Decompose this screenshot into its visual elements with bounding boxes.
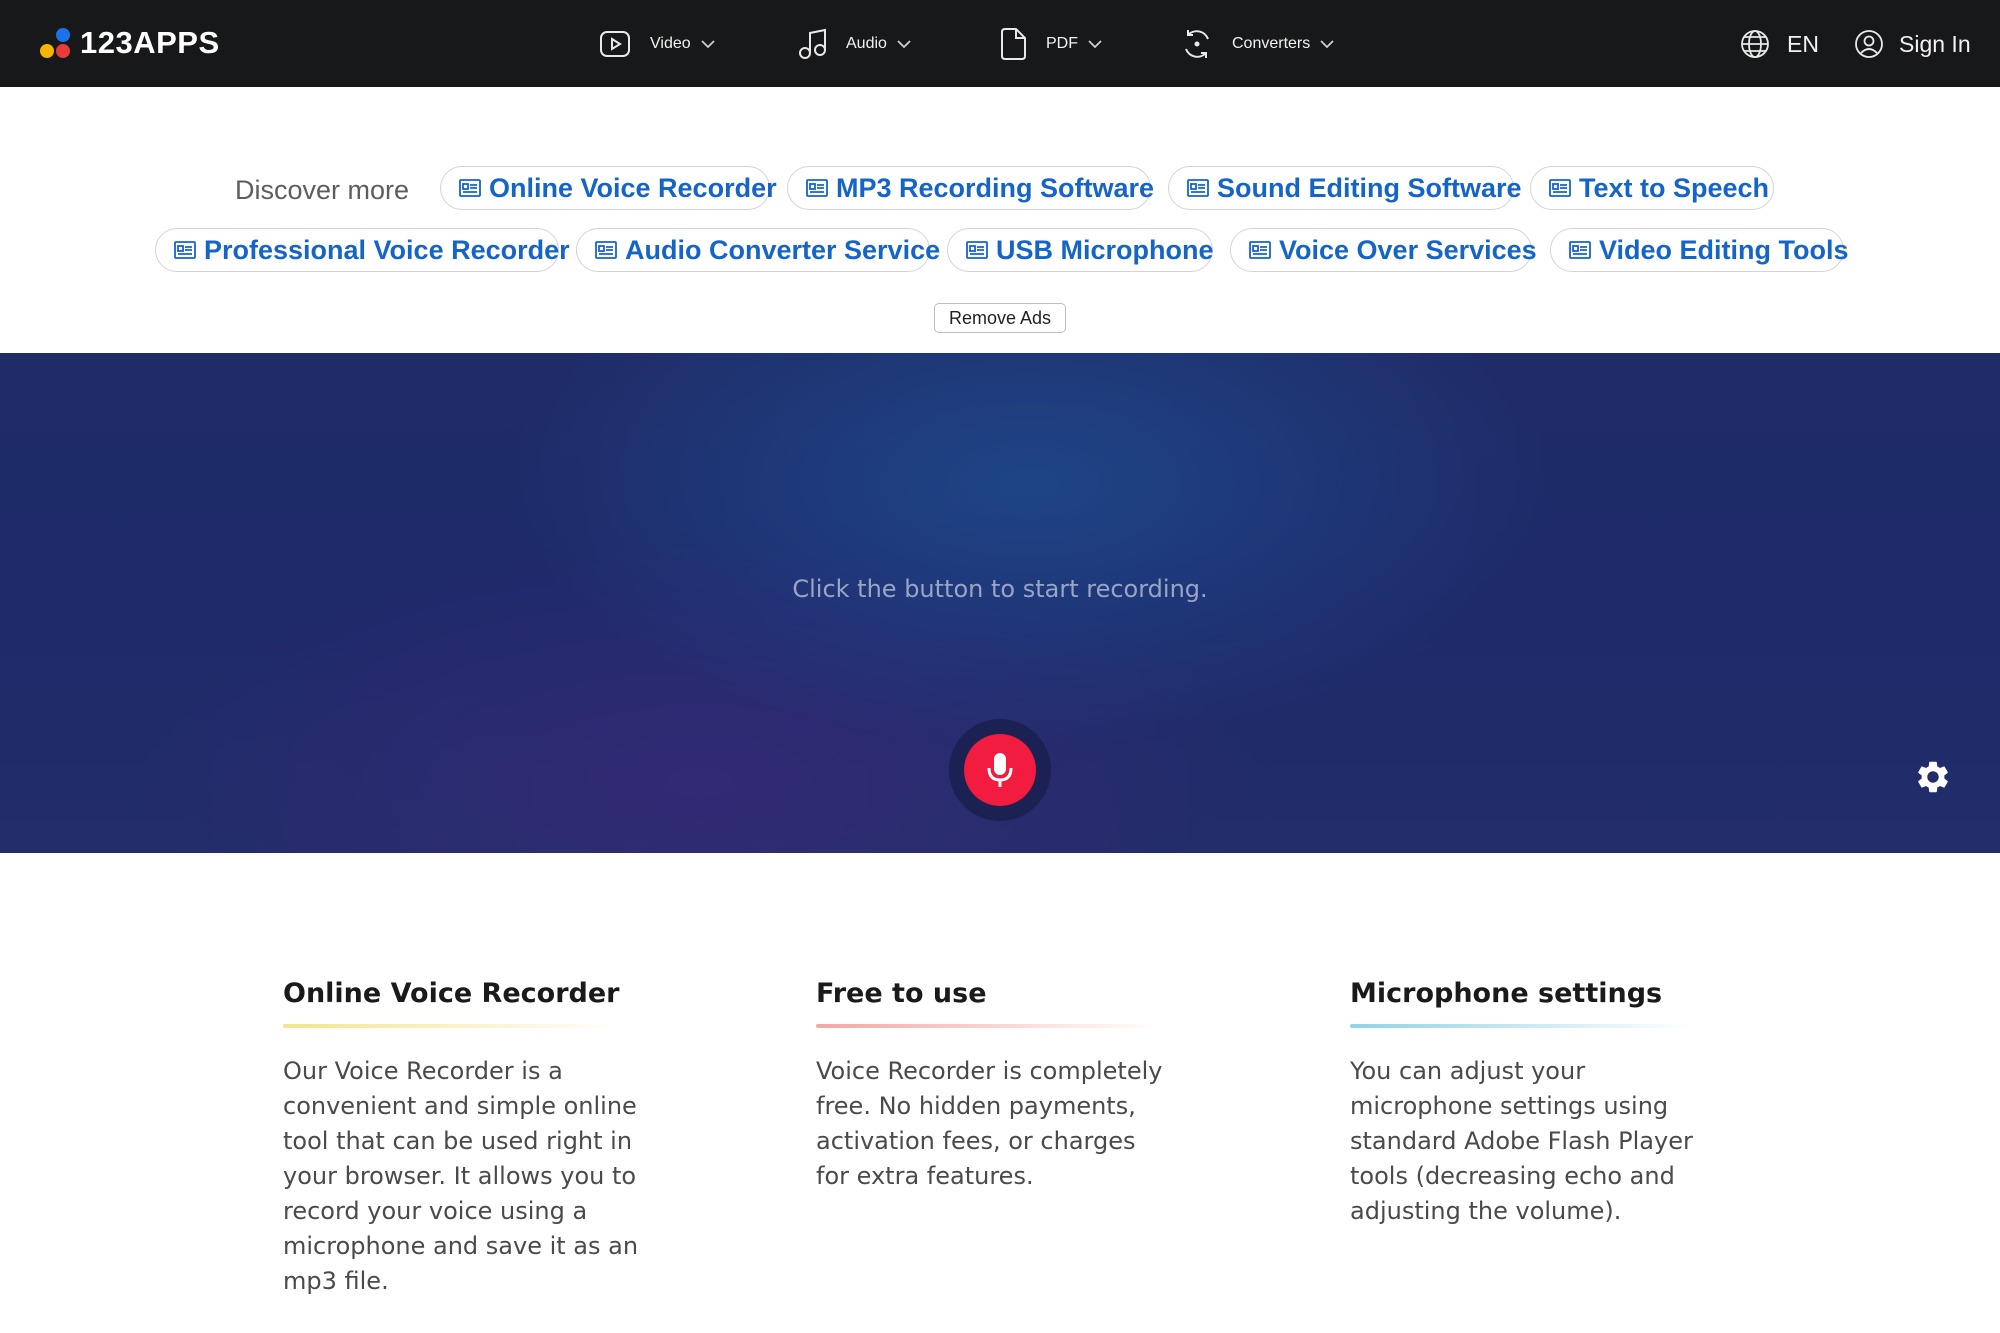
- discover-link-sound-editing-software[interactable]: Sound Editing Software: [1168, 166, 1522, 210]
- discover-link-voice-over-services[interactable]: Voice Over Services: [1230, 228, 1537, 272]
- music-note-icon: [799, 28, 826, 59]
- feature-free-to-use: Free to use Voice Recorder is completely…: [816, 976, 1176, 1194]
- discover-link-online-voice-recorder[interactable]: Online Voice Recorder: [440, 166, 777, 210]
- feature-text: Our Voice Recorder is a convenient and s…: [283, 1057, 639, 1295]
- discover-link-label: MP3 Recording Software: [836, 172, 1155, 203]
- microphone-icon: [987, 753, 1013, 787]
- discover-link-text-to-speech[interactable]: Text to Speech: [1530, 166, 1774, 210]
- article-icon: [174, 241, 196, 259]
- chevron-down-icon: [897, 40, 911, 49]
- nav-label-video: Video: [650, 35, 691, 52]
- chevron-down-icon: [701, 40, 715, 49]
- feature-underline: [1350, 1024, 1690, 1028]
- nav-item-pdf[interactable]: PDF: [998, 25, 1104, 63]
- gear-icon[interactable]: [1914, 758, 1952, 796]
- discover-link-mp3-recording-software[interactable]: MP3 Recording Software: [787, 166, 1155, 210]
- feature-text: You can adjust your microphone settings …: [1350, 1057, 1693, 1225]
- document-icon: [1001, 28, 1026, 60]
- feature-underline: [816, 1024, 1156, 1028]
- nav-label-audio: Audio: [846, 35, 887, 52]
- feature-online-voice-recorder: Online Voice Recorder Our Voice Recorder…: [283, 976, 643, 1299]
- article-icon: [1249, 241, 1271, 259]
- article-icon: [595, 241, 617, 259]
- discover-link-label: Sound Editing Software: [1217, 172, 1522, 203]
- sign-in-button[interactable]: Sign In: [1853, 25, 1971, 63]
- discover-link-label: Professional Voice Recorder: [204, 234, 570, 265]
- discover-link-label: Text to Speech: [1579, 172, 1770, 203]
- brand-name: 123APPS: [80, 25, 220, 60]
- feature-title: Free to use: [816, 978, 987, 1009]
- chevron-down-icon: [1088, 40, 1102, 49]
- nav-label-pdf: PDF: [1046, 35, 1078, 52]
- top-navbar: 123APPS Video Audio PDF Converters EN Si…: [0, 0, 2000, 87]
- nav-item-audio[interactable]: Audio: [796, 25, 913, 63]
- remove-ads-button[interactable]: Remove Ads: [934, 303, 1066, 333]
- feature-title: Microphone settings: [1350, 978, 1663, 1009]
- feature-underline: [283, 1024, 623, 1028]
- globe-icon: [1741, 30, 1769, 58]
- record-button[interactable]: [949, 719, 1051, 821]
- discover-link-video-editing-tools[interactable]: Video Editing Tools: [1550, 228, 1849, 272]
- nav-label-converters: Converters: [1232, 35, 1311, 52]
- discover-link-label: Video Editing Tools: [1599, 234, 1849, 265]
- recording-hint: Click the button to start recording.: [792, 575, 1208, 603]
- sign-in-label: Sign In: [1899, 30, 1971, 57]
- nav-item-video[interactable]: Video: [598, 25, 717, 63]
- language-selector[interactable]: EN: [1739, 25, 1819, 63]
- discover-link-usb-microphone[interactable]: USB Microphone: [947, 228, 1214, 272]
- discover-link-audio-converter-service[interactable]: Audio Converter Service: [576, 228, 940, 272]
- recorder-panel: Click the button to start recording.: [0, 353, 2000, 853]
- article-icon: [966, 241, 988, 259]
- discover-link-label: Voice Over Services: [1279, 234, 1537, 265]
- discover-link-label: Audio Converter Service: [625, 234, 941, 265]
- user-icon: [1855, 30, 1883, 58]
- language-code: EN: [1787, 30, 1819, 57]
- logo-dots-icon: [38, 26, 72, 60]
- chevron-down-icon: [1320, 40, 1334, 49]
- feature-microphone-settings: Microphone settings You can adjust your …: [1350, 976, 1710, 1229]
- nav-item-converters[interactable]: Converters: [1180, 25, 1336, 63]
- discover-link-professional-voice-recorder[interactable]: Professional Voice Recorder: [155, 228, 570, 272]
- discover-link-label: USB Microphone: [996, 234, 1214, 265]
- article-icon: [1569, 241, 1591, 259]
- article-icon: [1549, 179, 1571, 197]
- record-button-inner: [964, 734, 1036, 806]
- discover-more-label: Discover more: [235, 175, 410, 205]
- article-icon: [806, 179, 828, 197]
- article-icon: [459, 179, 481, 197]
- discover-link-label: Online Voice Recorder: [489, 172, 777, 203]
- video-play-icon: [600, 31, 630, 57]
- brand-logo[interactable]: 123APPS: [38, 24, 220, 62]
- article-icon: [1187, 179, 1209, 197]
- feature-title: Online Voice Recorder: [283, 978, 620, 1009]
- feature-text: Voice Recorder is completely free. No hi…: [816, 1057, 1163, 1190]
- convert-icon: [1185, 30, 1209, 58]
